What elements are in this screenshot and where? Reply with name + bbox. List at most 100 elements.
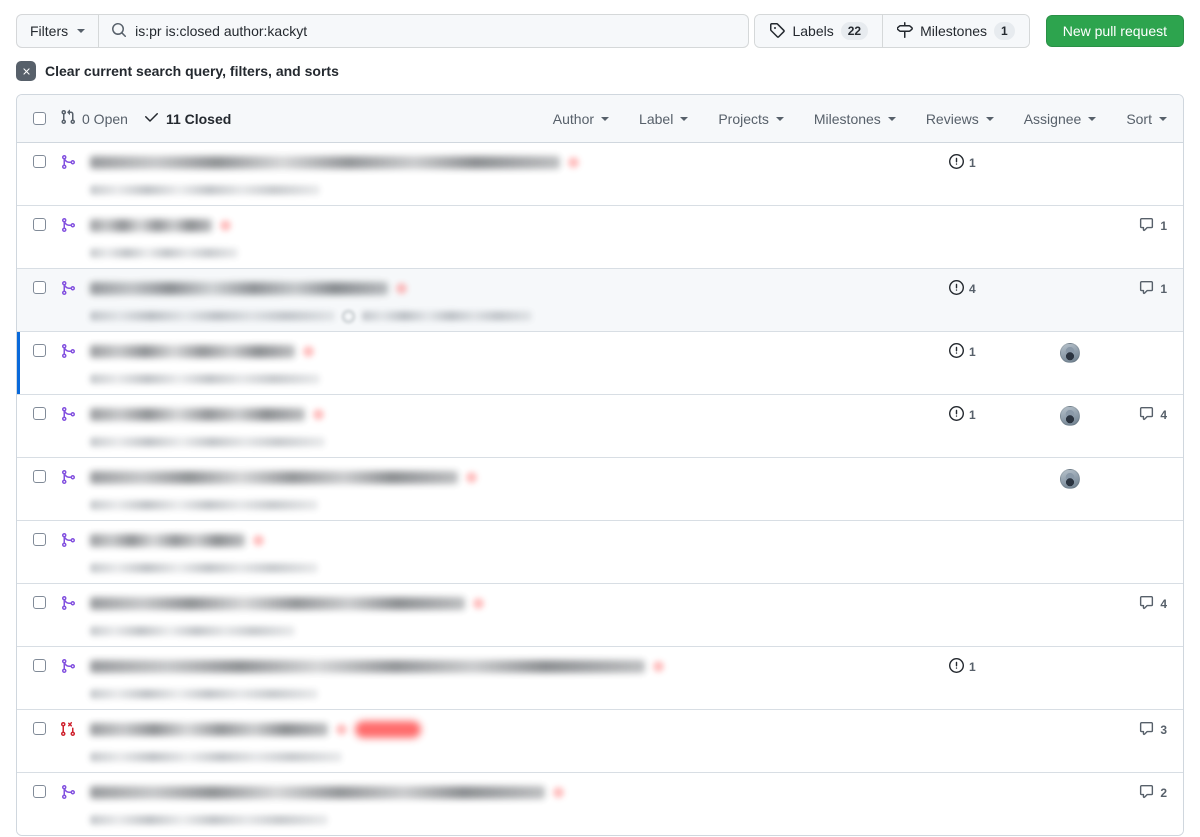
search-icon bbox=[111, 22, 127, 41]
new-pull-request-button[interactable]: New pull request bbox=[1045, 15, 1184, 47]
comments-cell[interactable]: 4 bbox=[1105, 595, 1167, 613]
row-checkbox[interactable] bbox=[33, 785, 46, 798]
git-pull-request-icon bbox=[60, 109, 76, 128]
table-row[interactable] bbox=[17, 521, 1183, 584]
pull-request-title[interactable] bbox=[90, 719, 937, 739]
git-merge-icon bbox=[60, 343, 76, 359]
row-checkbox[interactable] bbox=[33, 344, 46, 357]
table-row[interactable]: 1 bbox=[17, 143, 1183, 206]
filter-author[interactable]: Author bbox=[553, 111, 610, 127]
pull-request-title[interactable] bbox=[90, 656, 937, 676]
comments-cell[interactable]: 1 bbox=[1105, 217, 1167, 235]
pull-request-title[interactable] bbox=[90, 467, 937, 487]
row-checkbox[interactable] bbox=[33, 470, 46, 483]
avatar[interactable] bbox=[1060, 406, 1080, 426]
pull-request-metadata-text-redacted bbox=[90, 815, 328, 825]
filter-sort[interactable]: Sort bbox=[1126, 111, 1167, 127]
filter-label[interactable]: Label bbox=[639, 111, 689, 127]
table-row[interactable]: 2 bbox=[17, 773, 1183, 835]
pull-request-title-text-redacted bbox=[90, 596, 465, 610]
chevron-down-icon bbox=[1159, 116, 1167, 121]
assignee-cell[interactable] bbox=[1035, 343, 1105, 363]
pull-request-metadata-text-redacted bbox=[90, 374, 320, 384]
pull-request-title[interactable] bbox=[90, 278, 937, 298]
alert-circle-icon bbox=[949, 406, 964, 424]
chevron-down-icon bbox=[985, 116, 994, 121]
pull-request-title[interactable] bbox=[90, 152, 937, 172]
metadata-status-icon bbox=[342, 309, 355, 323]
review-count: 1 bbox=[969, 156, 976, 170]
table-row[interactable]: 1 bbox=[17, 647, 1183, 710]
search-input[interactable] bbox=[135, 23, 737, 39]
row-checkbox[interactable] bbox=[33, 281, 46, 294]
table-row[interactable] bbox=[17, 458, 1183, 521]
filter-closed-pull-requests[interactable]: 11 Closed bbox=[144, 109, 231, 128]
open-count-label: 0 Open bbox=[82, 110, 128, 127]
review-status-cell[interactable]: 4 bbox=[949, 280, 1035, 298]
table-row[interactable]: 4 bbox=[17, 584, 1183, 647]
review-status-cell[interactable]: 1 bbox=[949, 154, 1035, 172]
filter-milestones[interactable]: Milestones bbox=[814, 111, 896, 127]
labels-button-label: Labels bbox=[792, 23, 834, 39]
row-checkbox[interactable] bbox=[33, 596, 46, 609]
comment-icon bbox=[1139, 406, 1154, 424]
pull-request-title[interactable] bbox=[90, 593, 937, 613]
pull-request-title[interactable] bbox=[90, 341, 937, 361]
pull-request-title[interactable] bbox=[90, 404, 937, 424]
pull-request-title-text-redacted bbox=[90, 470, 458, 484]
comments-cell[interactable]: 4 bbox=[1105, 406, 1167, 424]
clear-search-bar[interactable]: Clear current search query, filters, and… bbox=[0, 48, 1200, 81]
table-row[interactable]: 3 bbox=[17, 710, 1183, 773]
table-row[interactable]: 41 bbox=[17, 269, 1183, 332]
search-field-wrapper[interactable] bbox=[98, 14, 750, 48]
row-meta-columns: 41 bbox=[949, 277, 1167, 298]
filter-assignee[interactable]: Assignee bbox=[1024, 111, 1097, 127]
row-checkbox[interactable] bbox=[33, 659, 46, 672]
row-checkbox[interactable] bbox=[33, 155, 46, 168]
row-checkbox[interactable] bbox=[33, 722, 46, 735]
filter-reviews[interactable]: Reviews bbox=[926, 111, 994, 127]
milestones-button[interactable]: Milestones 1 bbox=[882, 15, 1029, 47]
review-status-cell[interactable]: 1 bbox=[949, 406, 1035, 424]
comment-icon bbox=[1139, 280, 1154, 298]
title-trailing-marker-redacted bbox=[466, 471, 477, 483]
filter-projects[interactable]: Projects bbox=[718, 111, 784, 127]
assignee-cell[interactable] bbox=[1035, 469, 1105, 489]
avatar[interactable] bbox=[1060, 469, 1080, 489]
close-icon[interactable] bbox=[16, 61, 36, 81]
comments-cell[interactable]: 2 bbox=[1105, 784, 1167, 802]
comments-cell[interactable]: 1 bbox=[1105, 280, 1167, 298]
git-pull-request-closed-icon bbox=[60, 721, 76, 737]
title-trailing-marker-redacted bbox=[220, 219, 231, 231]
review-count: 1 bbox=[969, 660, 976, 674]
avatar[interactable] bbox=[1060, 343, 1080, 363]
table-row[interactable]: 14 bbox=[17, 395, 1183, 458]
review-count: 4 bbox=[969, 282, 976, 296]
pull-request-label-badge[interactable] bbox=[355, 720, 421, 738]
row-checkbox[interactable] bbox=[33, 218, 46, 231]
labels-button[interactable]: Labels 22 bbox=[755, 15, 883, 47]
review-status-cell[interactable]: 1 bbox=[949, 343, 1035, 361]
clear-search-label[interactable]: Clear current search query, filters, and… bbox=[45, 63, 339, 79]
pull-request-title[interactable] bbox=[90, 782, 937, 802]
filter-open-pull-requests[interactable]: 0 Open bbox=[60, 109, 128, 128]
select-all-checkbox[interactable] bbox=[33, 112, 46, 125]
comments-cell[interactable]: 3 bbox=[1105, 721, 1167, 739]
row-content bbox=[90, 151, 937, 197]
title-trailing-marker-redacted bbox=[396, 282, 407, 294]
row-checkbox[interactable] bbox=[33, 533, 46, 546]
pull-request-title[interactable] bbox=[90, 215, 937, 235]
milestone-icon bbox=[896, 21, 914, 41]
milestones-button-label: Milestones bbox=[920, 23, 988, 39]
check-icon bbox=[144, 109, 160, 128]
table-row[interactable]: 1 bbox=[17, 332, 1183, 395]
pull-request-title[interactable] bbox=[90, 530, 937, 550]
review-status-cell[interactable]: 1 bbox=[949, 658, 1035, 676]
table-row[interactable]: 1 bbox=[17, 206, 1183, 269]
filters-button[interactable]: Filters bbox=[16, 14, 99, 48]
pull-request-metadata bbox=[90, 750, 937, 764]
assignee-cell[interactable] bbox=[1035, 406, 1105, 426]
labels-milestones-group: Labels 22 Milestones 1 bbox=[754, 14, 1030, 48]
pull-request-metadata-text-redacted bbox=[90, 311, 335, 321]
row-checkbox[interactable] bbox=[33, 407, 46, 420]
